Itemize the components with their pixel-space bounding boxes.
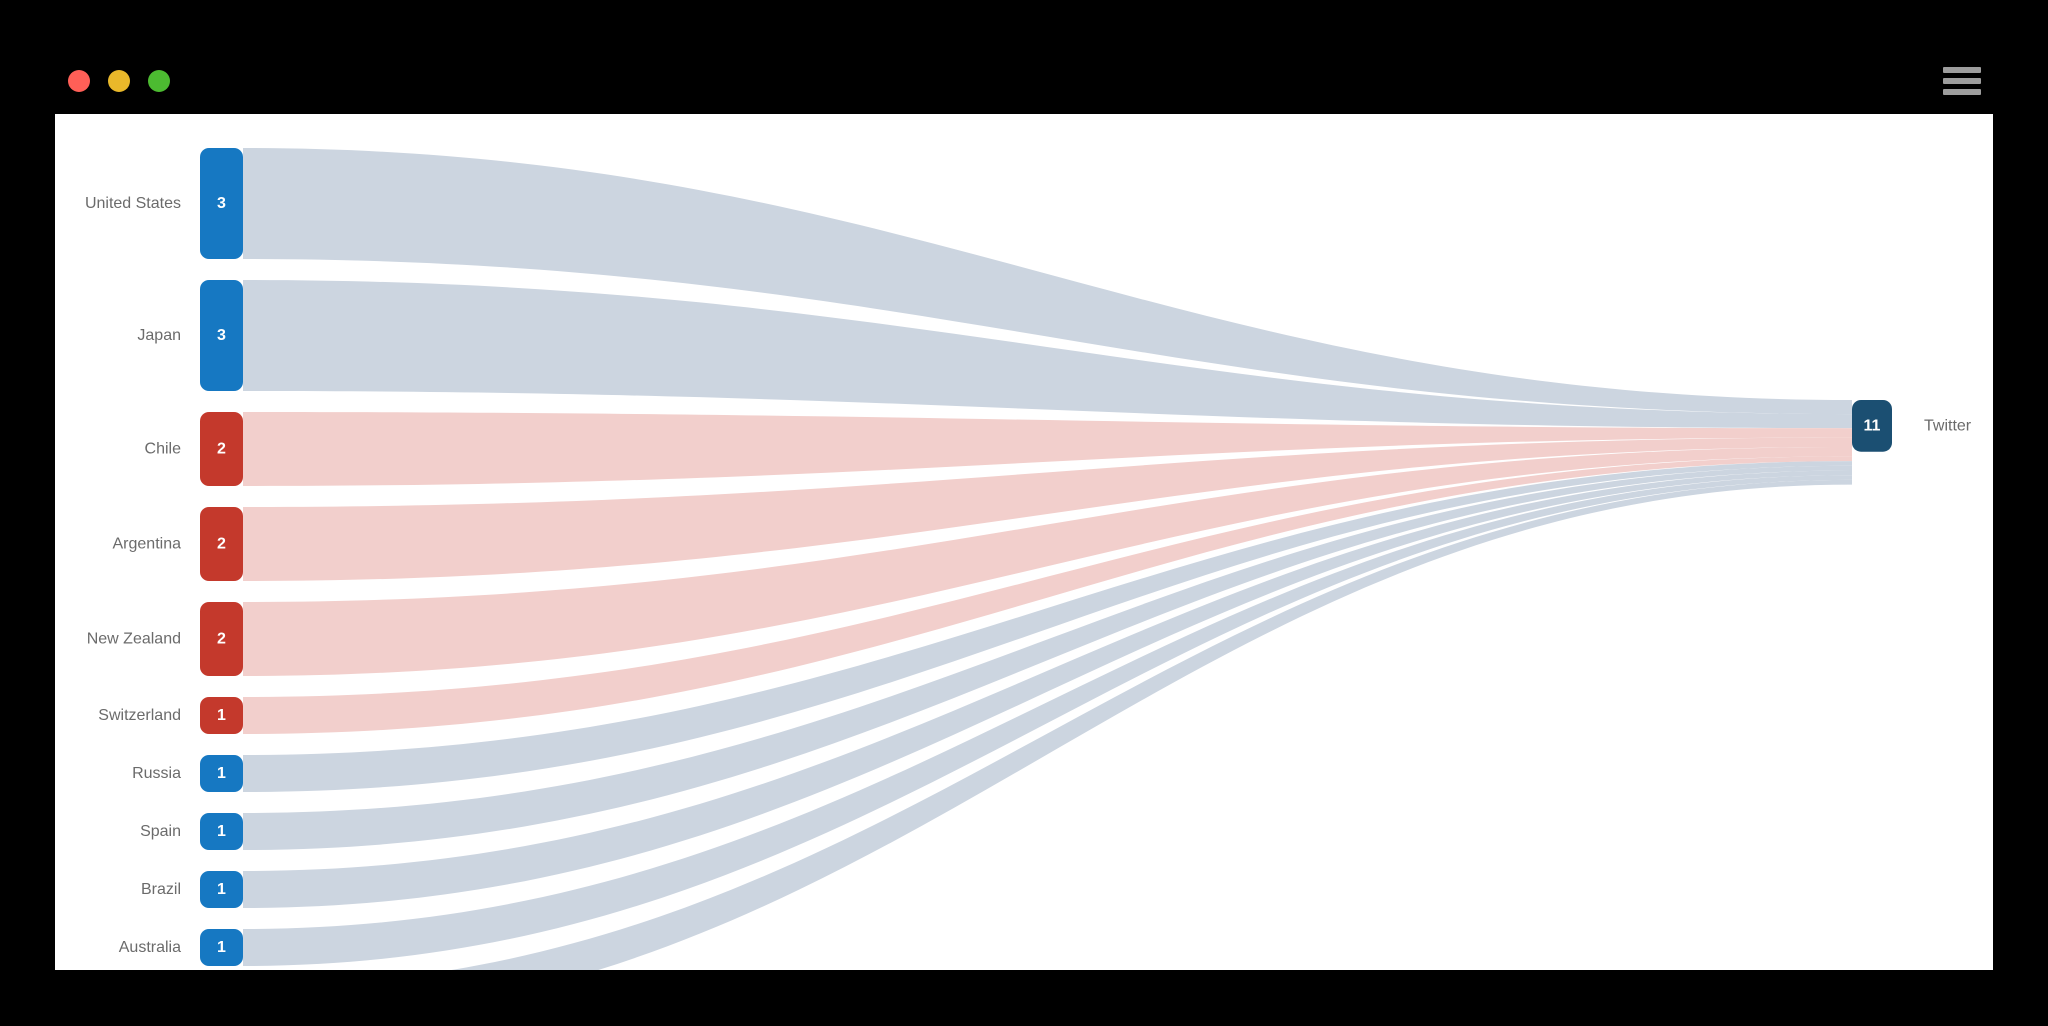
sankey-node-brazil[interactable]: 1 xyxy=(200,871,243,908)
window-titlebar xyxy=(0,0,2048,114)
sankey-node-label-argentina: Argentina xyxy=(113,536,182,553)
sankey-node-united-states[interactable]: 3 xyxy=(200,148,243,259)
sankey-node-label-switzerland: Switzerland xyxy=(98,707,181,724)
app-window: 3322211111111 United StatesJapanChileArg… xyxy=(0,0,2048,1026)
hamburger-bar-2 xyxy=(1943,78,1981,84)
minimize-button[interactable] xyxy=(108,70,130,92)
hamburger-bar-1 xyxy=(1943,67,1981,73)
sankey-node-australia[interactable]: 1 xyxy=(200,929,243,966)
sankey-node-label-united-states: United States xyxy=(85,195,181,212)
sankey-links-layer xyxy=(243,148,1852,970)
sankey-node-label-japan: Japan xyxy=(137,327,181,344)
window-controls xyxy=(68,70,170,92)
sankey-node-label-new-zealand: New Zealand xyxy=(87,631,181,648)
close-button[interactable] xyxy=(68,70,90,92)
sankey-node-value-new-zealand: 2 xyxy=(217,631,226,648)
hamburger-menu-icon[interactable] xyxy=(1943,67,1981,95)
sankey-chart-canvas: 3322211111111 United StatesJapanChileArg… xyxy=(55,114,1993,970)
sankey-node-value-spain: 1 xyxy=(217,823,226,840)
sankey-node-value-switzerland: 1 xyxy=(217,707,226,724)
sankey-node-label-russia: Russia xyxy=(132,765,181,782)
sankey-node-value-argentina: 2 xyxy=(217,536,226,553)
sankey-node-value-russia: 1 xyxy=(217,765,226,782)
hamburger-bar-3 xyxy=(1943,89,1981,95)
sankey-node-value-japan: 3 xyxy=(217,327,226,344)
sankey-node-value-united-states: 3 xyxy=(217,195,226,212)
sankey-node-spain[interactable]: 1 xyxy=(200,813,243,850)
sankey-node-switzerland[interactable]: 1 xyxy=(200,697,243,734)
maximize-button[interactable] xyxy=(148,70,170,92)
sankey-node-new-zealand[interactable]: 2 xyxy=(200,602,243,676)
sankey-node-twitter[interactable]: 11 xyxy=(1852,400,1892,452)
sankey-node-chile[interactable]: 2 xyxy=(200,412,243,486)
sankey-node-russia[interactable]: 1 xyxy=(200,755,243,792)
sankey-node-label-australia: Australia xyxy=(119,939,181,956)
sankey-node-label-brazil: Brazil xyxy=(141,881,181,898)
sankey-node-label-spain: Spain xyxy=(140,823,181,840)
sankey-node-value-twitter: 11 xyxy=(1864,417,1881,434)
sankey-diagram: 3322211111111 United StatesJapanChileArg… xyxy=(85,148,1972,970)
sankey-node-japan[interactable]: 3 xyxy=(200,280,243,391)
sankey-node-value-brazil: 1 xyxy=(217,881,226,898)
sankey-node-value-australia: 1 xyxy=(217,939,226,956)
sankey-node-label-twitter: Twitter xyxy=(1924,417,1972,434)
sankey-node-argentina[interactable]: 2 xyxy=(200,507,243,581)
sankey-node-value-chile: 2 xyxy=(217,441,226,458)
sankey-node-label-chile: Chile xyxy=(145,441,182,458)
